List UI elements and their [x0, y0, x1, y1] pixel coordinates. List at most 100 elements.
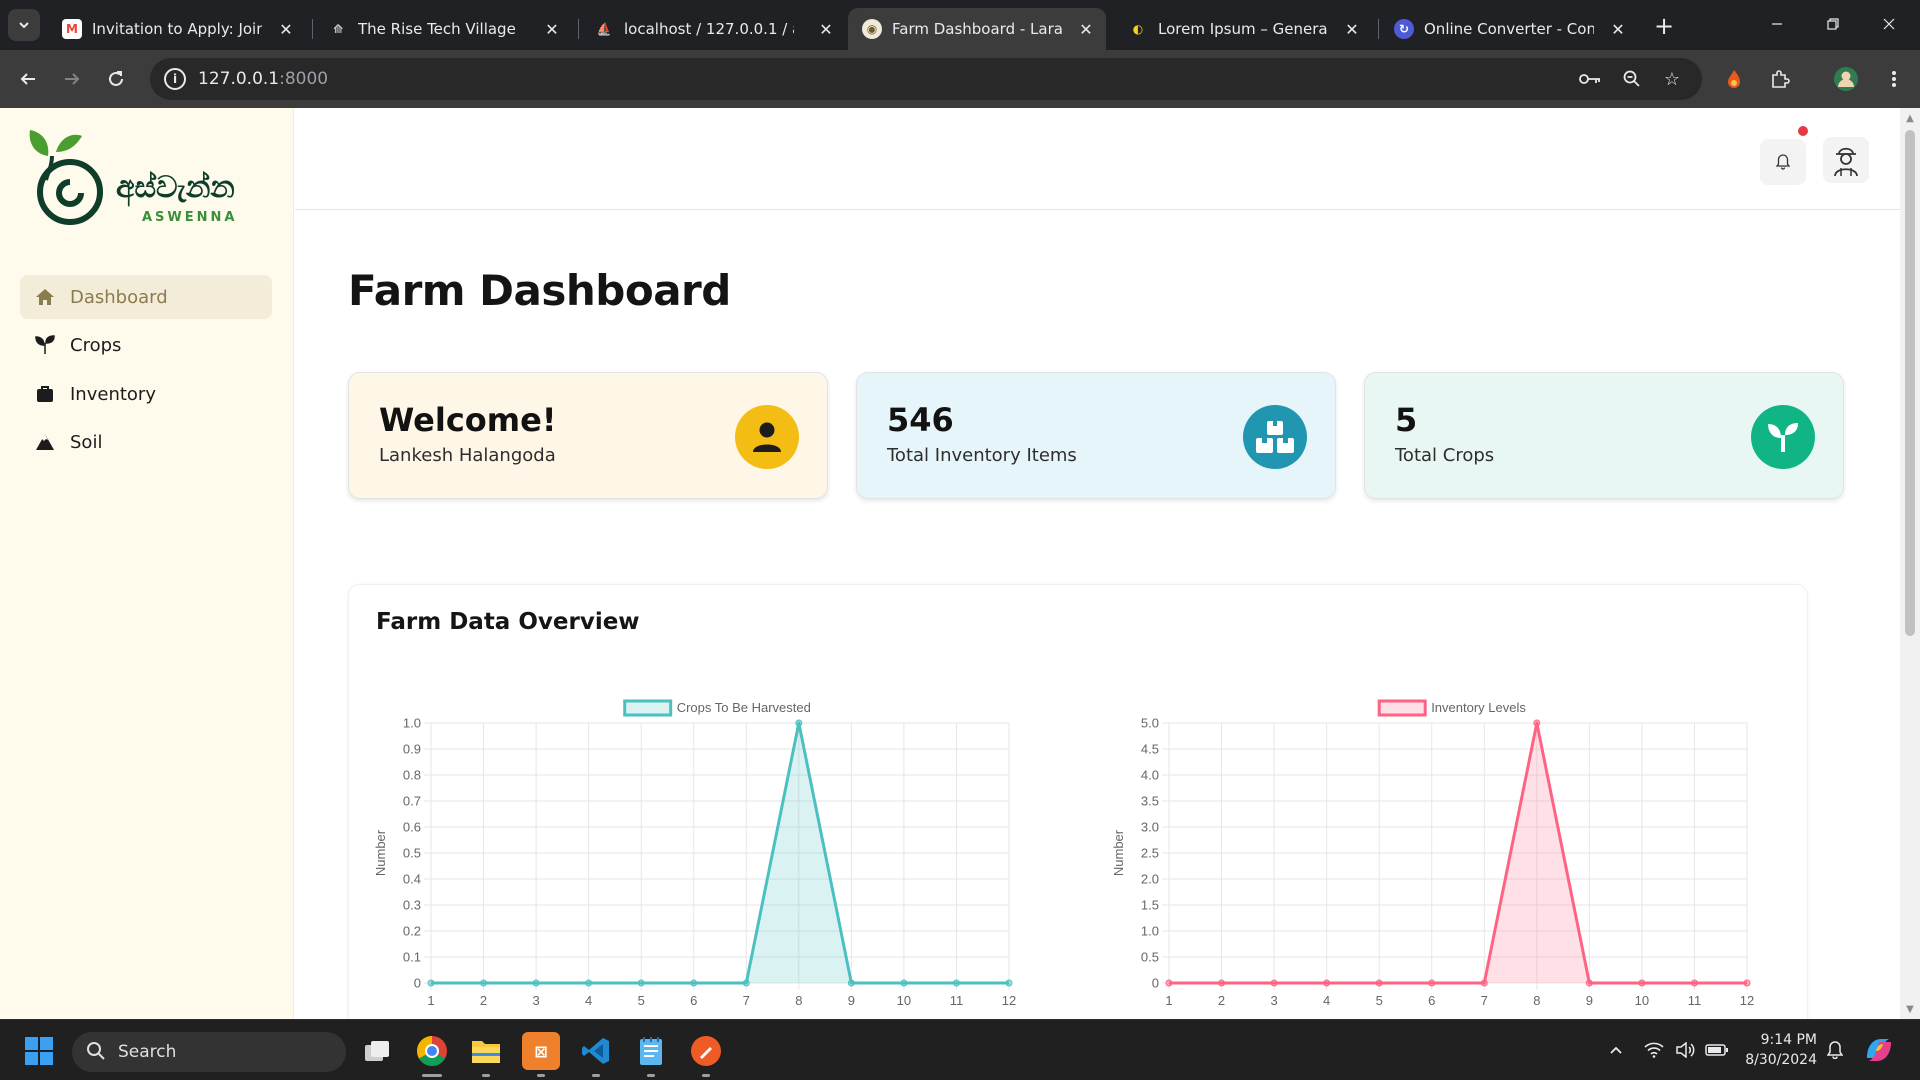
x-tick-label: 5: [1376, 993, 1383, 1008]
close-tab-icon[interactable]: ✕: [1342, 19, 1362, 39]
x-tick-label: 12: [1740, 993, 1754, 1008]
browser-tab-rise[interactable]: ⟰ The Rise Tech Village ✕: [314, 8, 572, 50]
notifications-button[interactable]: [1760, 139, 1806, 185]
site-info-icon[interactable]: i: [164, 68, 186, 90]
bookmark-star-icon[interactable]: ☆: [1660, 67, 1684, 91]
seedling-icon: [1751, 405, 1815, 469]
taskbar-clock[interactable]: 9:14 PM 8/30/2024: [1745, 1030, 1817, 1070]
wifi-icon[interactable]: [1641, 1036, 1667, 1064]
new-tab-button[interactable]: +: [1650, 12, 1678, 40]
chrome-taskbar-button[interactable]: [413, 1032, 451, 1070]
overview-title: Farm Data Overview: [376, 609, 640, 635]
mountain-icon: [34, 431, 56, 453]
restore-button[interactable]: [1810, 8, 1856, 40]
scroll-up-icon[interactable]: ▲: [1904, 112, 1916, 124]
address-bar[interactable]: i 127.0.0.1:8000 ☆: [150, 58, 1702, 100]
y-tick-label: 0.5: [1141, 950, 1159, 965]
windows-logo-icon: [25, 1037, 53, 1065]
data-point: [847, 979, 855, 987]
x-tick-label: 8: [1533, 993, 1540, 1008]
sidebar-item-label: Soil: [70, 431, 103, 453]
logo-subtitle: ASWENNA: [142, 210, 238, 225]
chevron-down-icon: [19, 22, 29, 29]
arrow-left-icon: [20, 73, 35, 85]
x-tick-label: 4: [585, 993, 592, 1008]
browser-menu-button[interactable]: [1878, 63, 1910, 95]
close-tab-icon[interactable]: ✕: [542, 19, 562, 39]
rise-icon: ⟰: [332, 22, 344, 36]
battery-icon[interactable]: [1704, 1036, 1730, 1064]
y-tick-label: 0.3: [403, 898, 421, 913]
scrollbar-thumb[interactable]: [1905, 130, 1915, 636]
copilot-button[interactable]: [1862, 1036, 1896, 1064]
sprout-logo-icon: [29, 130, 103, 225]
volume-icon[interactable]: [1672, 1036, 1698, 1064]
inventory-card[interactable]: 546 Total Inventory Items: [856, 372, 1336, 499]
y-tick-label: 0.1: [403, 950, 421, 965]
minimize-icon: [1772, 23, 1782, 25]
scroll-down-icon[interactable]: ▼: [1904, 1003, 1916, 1015]
notification-dot: [1798, 126, 1808, 136]
file-explorer-button[interactable]: [467, 1032, 505, 1070]
crops-card[interactable]: 5 Total Crops: [1364, 372, 1844, 499]
y-tick-label: 1.0: [1141, 924, 1159, 939]
address-url[interactable]: 127.0.0.1:8000: [198, 69, 328, 89]
sidebar-item-dashboard[interactable]: Dashboard: [20, 275, 272, 319]
close-window-button[interactable]: [1866, 8, 1912, 40]
browser-tab-converter[interactable]: ↻ Online Converter - Convert ✕: [1380, 8, 1638, 50]
back-button[interactable]: [12, 63, 44, 95]
close-tab-icon[interactable]: ✕: [276, 19, 296, 39]
x-tick-label: 9: [848, 993, 855, 1008]
profile-button[interactable]: [1830, 63, 1862, 95]
y-tick-label: 2.5: [1141, 846, 1159, 861]
data-point: [1323, 979, 1331, 987]
browser-tab-lorem[interactable]: ◐ Lorem Ipsum – Generator, ✕: [1114, 8, 1372, 50]
xampp-button[interactable]: ⊠: [522, 1032, 560, 1070]
data-point: [1585, 979, 1593, 987]
close-icon: [1883, 18, 1895, 30]
sidebar-item-soil[interactable]: Soil: [20, 420, 272, 464]
minimize-button[interactable]: [1754, 8, 1800, 40]
close-tab-icon[interactable]: ✕: [1076, 19, 1096, 39]
taskbar-search[interactable]: Search: [72, 1032, 346, 1072]
notepad-indicator: [647, 1074, 655, 1077]
chrome-icon: [416, 1036, 447, 1067]
browser-tab-gmail[interactable]: M Invitation to Apply: Join the ✕: [48, 8, 306, 50]
arrow-right-icon: [65, 73, 80, 85]
data-point: [1375, 979, 1383, 987]
copilot-icon: [1867, 1039, 1891, 1061]
tab-search-button[interactable]: [8, 9, 40, 41]
close-tab-icon[interactable]: ✕: [816, 19, 836, 39]
extensions-button[interactable]: [1764, 63, 1796, 95]
forward-button[interactable]: [56, 63, 88, 95]
x-tick-label: 6: [1428, 993, 1435, 1008]
data-point: [427, 979, 435, 987]
password-key-icon[interactable]: [1578, 67, 1602, 91]
aswenna-logo[interactable]: අස්වැන්න ASWENNA: [26, 126, 256, 236]
windows-start-button[interactable]: [20, 1032, 58, 1070]
legend-swatch: [623, 699, 673, 717]
reload-button[interactable]: [100, 63, 132, 95]
close-tab-icon[interactable]: ✕: [1608, 19, 1628, 39]
extension-button[interactable]: [1718, 63, 1750, 95]
notification-center-button[interactable]: [1822, 1036, 1848, 1064]
sidebar-item-crops[interactable]: Crops: [20, 323, 272, 367]
postman-button[interactable]: [687, 1032, 725, 1070]
crops-harvest-chart[interactable]: Crops To Be Harvested 0 0.1 0.2 0.3 0.4 0.5 0.6…: [359, 645, 1079, 1019]
user-avatar-button[interactable]: [1823, 137, 1869, 183]
inventory-levels-chart[interactable]: Inventory Levels 0 0.5 1.0 1.5 2.0 2.5 3.0 3.5 4.…: [1097, 645, 1817, 1019]
gmail-icon: M: [62, 19, 82, 39]
sidebar-item-inventory[interactable]: Inventory: [20, 372, 272, 416]
x-tick-label: 2: [480, 993, 487, 1008]
legend-label: Crops To Be Harvested: [677, 700, 811, 715]
explorer-indicator: [482, 1074, 490, 1077]
browser-tab-phpmyadmin[interactable]: ⛵ localhost / 127.0.0.1 / aswe ✕: [580, 8, 846, 50]
zoom-icon[interactable]: [1620, 67, 1644, 91]
logo-wordmark: අස්වැන්න: [116, 170, 235, 205]
page-scrollbar[interactable]: ▲ ▼: [1900, 108, 1920, 1019]
show-hidden-icons-button[interactable]: [1603, 1036, 1629, 1064]
browser-tab-farm-dashboard[interactable]: ◉ Farm Dashboard - Laravel ✕: [848, 8, 1106, 50]
notepad-button[interactable]: [632, 1032, 670, 1070]
vscode-button[interactable]: [577, 1032, 615, 1070]
task-view-button[interactable]: [358, 1032, 396, 1070]
